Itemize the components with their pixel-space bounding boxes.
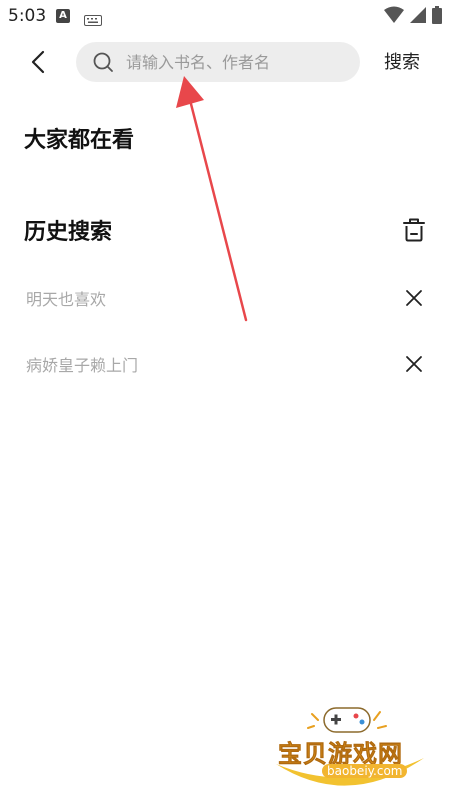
remove-history-button[interactable] [400, 350, 428, 378]
history-item: 病娇皇子赖上门 [0, 342, 450, 386]
close-icon [406, 356, 422, 372]
clear-history-button[interactable] [400, 216, 428, 244]
back-button[interactable] [20, 44, 56, 80]
close-icon [406, 290, 422, 306]
gamepad-icon [323, 707, 371, 733]
status-bar: 5:03 A [0, 0, 450, 32]
keyboard-icon [84, 11, 102, 30]
chevron-left-icon [31, 50, 45, 74]
status-time: 5:03 [8, 6, 47, 26]
signal-icon [408, 6, 426, 28]
wifi-icon [384, 6, 404, 28]
remove-history-button[interactable] [400, 284, 428, 312]
history-section-title: 历史搜索 [24, 220, 113, 245]
a-icon: A [56, 9, 70, 23]
watermark-logo: 宝贝游戏网 baobeiy.com [268, 698, 428, 798]
battery-icon [432, 6, 442, 28]
search-button[interactable]: 搜索 [384, 48, 420, 74]
annotation-arrow [176, 76, 248, 322]
history-item-label[interactable]: 明天也喜欢 [26, 286, 106, 310]
popular-section-title: 大家都在看 [24, 128, 135, 153]
search-icon [92, 51, 114, 73]
history-item-label[interactable]: 病娇皇子赖上门 [26, 352, 138, 376]
watermark-url: baobeiy.com [322, 764, 408, 778]
trash-icon [403, 218, 425, 242]
